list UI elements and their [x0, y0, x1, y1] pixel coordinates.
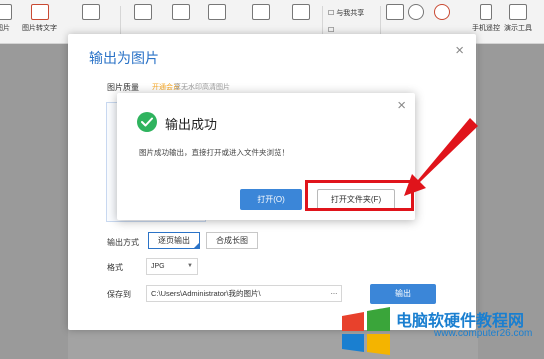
watermark-url-text: www.computer26.com	[434, 328, 533, 339]
watermark: 电脑软硬件教程网 www.computer26.com	[338, 304, 544, 359]
watermark-logo-icon	[342, 307, 390, 355]
